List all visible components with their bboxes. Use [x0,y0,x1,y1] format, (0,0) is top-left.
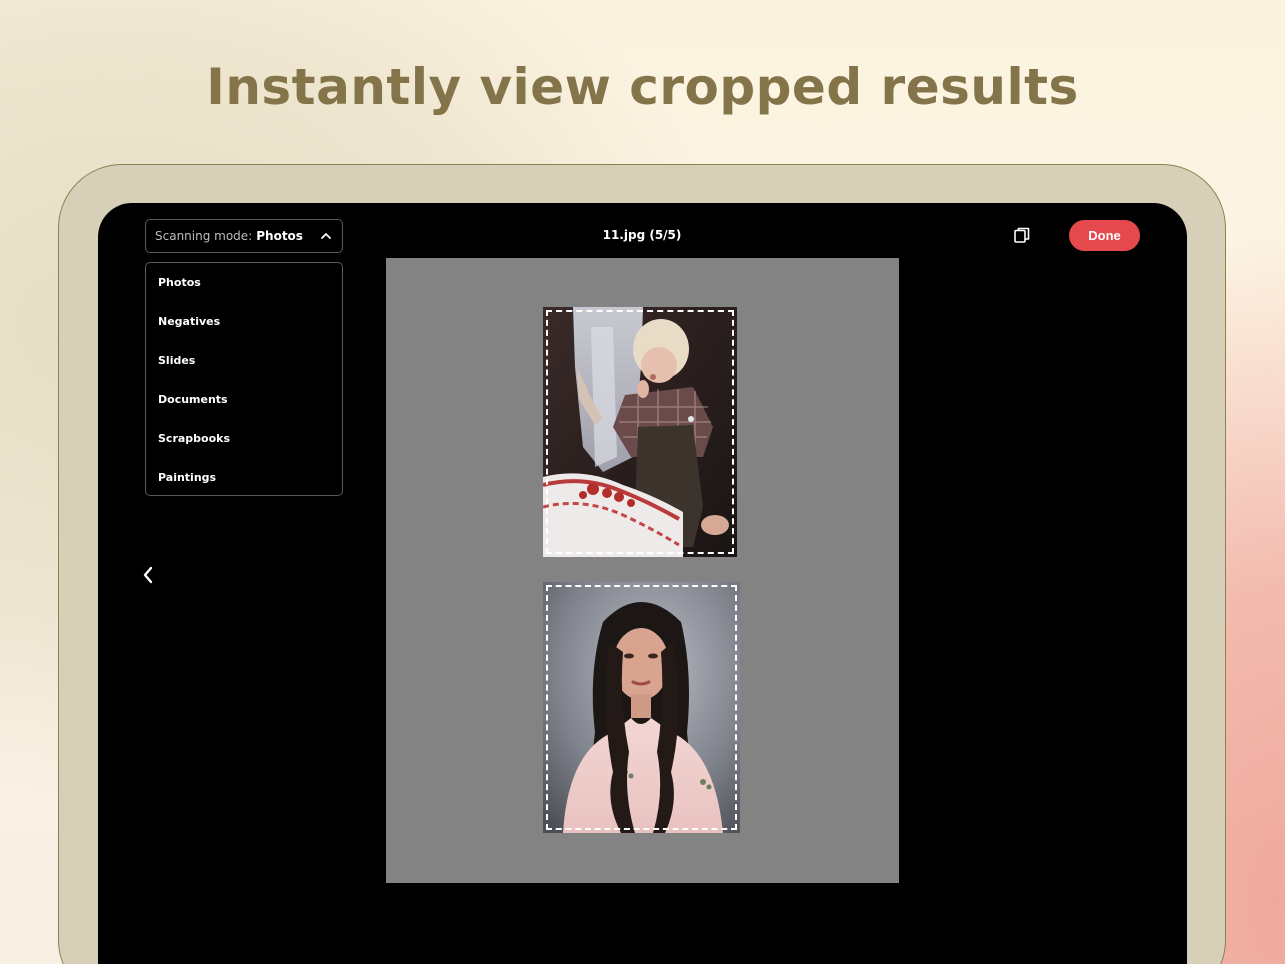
headline: Instantly view cropped results [206,58,1079,116]
cropped-photo-2[interactable] [543,582,740,833]
menu-item-scrapbooks[interactable]: Scrapbooks [146,419,342,458]
cropped-photo-1[interactable] [543,307,737,557]
scan-preview-canvas [386,258,899,883]
chevron-left-icon[interactable] [140,563,156,587]
scanning-mode-label: Scanning mode: [155,229,253,243]
menu-item-photos[interactable]: Photos [146,263,342,302]
app-screen: Scanning mode: Photos Photos Negatives S… [98,203,1187,964]
copy-icon[interactable] [1012,225,1032,245]
file-name-title: 11.jpg (5/5) [602,228,682,242]
scanning-mode-menu: Photos Negatives Slides Documents Scrapb… [145,262,343,496]
done-button[interactable]: Done [1069,220,1140,251]
menu-item-paintings[interactable]: Paintings [146,458,342,497]
scanning-mode-value: Photos [256,229,303,243]
menu-item-negatives[interactable]: Negatives [146,302,342,341]
menu-item-documents[interactable]: Documents [146,380,342,419]
woman-portrait-photo [543,582,740,833]
menu-item-slides[interactable]: Slides [146,341,342,380]
chevron-up-icon [321,233,331,239]
scanning-mode-dropdown[interactable]: Scanning mode: Photos [145,219,343,253]
toddler-birthday-photo [543,307,737,557]
